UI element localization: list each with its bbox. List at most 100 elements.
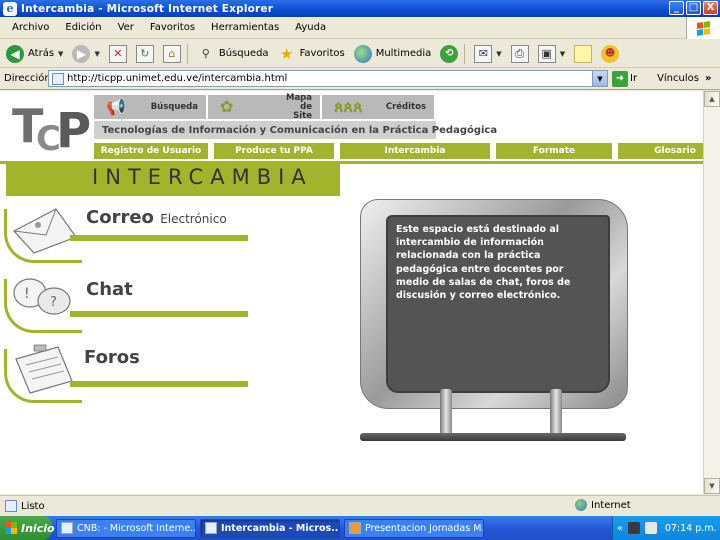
task-presentacion[interactable]: Presentacion Jornadas M... (344, 518, 484, 538)
notes-button[interactable] (571, 42, 595, 66)
scroll-up-icon[interactable]: ▲ (704, 91, 720, 107)
favorites-button[interactable]: ★ Favoritos (275, 42, 348, 66)
status-text: Listo (21, 500, 45, 512)
menu-ayuda[interactable]: Ayuda (291, 22, 330, 33)
chat-heading[interactable]: Chat (86, 279, 133, 300)
windows-flag-icon (5, 522, 17, 534)
tray-expand-icon[interactable]: « (617, 523, 623, 534)
top-nav: 📢 Búsqueda ✿ Mapa de Site ጰጰጰ Créditos (94, 93, 434, 120)
correo-title: Correo (86, 207, 154, 228)
nav-glosario[interactable]: Glosario (618, 143, 703, 159)
svg-text:!: ! (24, 286, 30, 302)
address-dropdown-icon[interactable]: ▼ (592, 71, 607, 86)
section-foros[interactable]: Foros (4, 341, 248, 403)
refresh-icon: ↻ (135, 44, 154, 63)
window-title: Intercambia - Microsoft Internet Explore… (21, 2, 274, 15)
task-intercambia-label: Intercambia - Micros... (221, 522, 340, 534)
monitor-stand-left (440, 389, 452, 435)
maximize-button[interactable]: □ (686, 1, 701, 15)
menu-bar: Archivo Edición Ver Favoritos Herramient… (0, 17, 720, 39)
go-button[interactable]: Ir (630, 73, 637, 84)
close-button[interactable]: X (703, 1, 718, 15)
ie-task-icon (205, 522, 217, 534)
mail-dropdown-icon[interactable]: ▼ (496, 50, 501, 58)
back-arrow-icon: ◀ (6, 44, 24, 63)
mail-button[interactable]: ✉ ▼ (471, 42, 504, 66)
nav-produce-ppa[interactable]: Produce tu PPA (214, 143, 334, 159)
status-page-icon (5, 500, 17, 512)
address-url[interactable]: http://ticpp.unimet.edu.ve/intercambia.h… (67, 73, 287, 84)
envelope-icon (13, 208, 77, 254)
stop-icon: ✕ (108, 44, 127, 63)
page-icon (52, 72, 64, 85)
menu-ver[interactable]: Ver (114, 22, 138, 33)
menu-favoritos[interactable]: Favoritos (146, 22, 199, 33)
tray-shield-icon[interactable] (644, 522, 657, 534)
section-correo[interactable]: Correo Electrónico (4, 201, 248, 263)
history-button[interactable]: ⟲ (437, 42, 461, 66)
messenger-icon: ☻ (601, 44, 620, 63)
nav-formate[interactable]: Formate (496, 143, 612, 159)
forward-dropdown-icon[interactable]: ▼ (94, 50, 99, 58)
menu-archivo[interactable]: Archivo (8, 22, 53, 33)
task-cnb-label: CNB: - Microsoft Interne... (77, 522, 196, 534)
correo-heading[interactable]: Correo Electrónico (86, 207, 227, 228)
forward-button[interactable]: ▶ ▼ (69, 42, 102, 66)
nav-registro-usuario[interactable]: Registro de Usuario (94, 143, 208, 159)
home-icon: ⌂ (162, 44, 181, 63)
nav-creditos-label: Créditos (385, 102, 426, 112)
nav-busqueda[interactable]: 📢 Búsqueda (94, 95, 206, 119)
history-clock-icon: ⟲ (440, 44, 459, 63)
windows-logo-icon (686, 17, 720, 39)
internet-globe-icon (575, 499, 587, 511)
scroll-down-icon[interactable]: ▼ (704, 478, 720, 494)
nav-mapa-site[interactable]: ✿ Mapa de Site (208, 93, 320, 120)
minimize-button[interactable]: _ (669, 1, 684, 15)
back-dropdown-icon[interactable]: ▼ (58, 50, 63, 58)
main-nav: Registro de Usuario Produce tu PPA Inter… (94, 143, 703, 159)
window-controls: _ □ X (669, 1, 718, 15)
nav-intercambia[interactable]: Intercambia (340, 143, 490, 159)
vertical-scrollbar[interactable]: ▲ ▼ (703, 91, 720, 494)
status-bar: Listo Internet (0, 495, 720, 516)
megaphone-icon: 📢 (106, 97, 126, 116)
home-button[interactable]: ⌂ (160, 42, 184, 66)
title-bar: e Intercambia - Microsoft Internet Explo… (0, 0, 720, 17)
ie-task-icon (61, 522, 73, 534)
nav-creditos[interactable]: ጰጰጰ Créditos (322, 95, 434, 119)
chat-bubbles-icon: ! ? (13, 278, 71, 315)
address-input[interactable]: http://ticpp.unimet.edu.ve/intercambia.h… (48, 70, 608, 87)
menu-herramientas[interactable]: Herramientas (207, 22, 283, 33)
toolbar-separator (464, 43, 466, 64)
back-button[interactable]: ◀ Atrás ▼ (3, 42, 66, 66)
edit-dropdown-icon[interactable]: ▼ (560, 50, 565, 58)
monitor-base (360, 433, 626, 441)
people-icon: ጰጰጰ (334, 97, 363, 116)
links-more-icon[interactable]: » (705, 73, 711, 84)
links-button[interactable]: Vínculos (657, 73, 699, 84)
ticpp-logo[interactable]: T C P (12, 99, 91, 161)
stop-button[interactable]: ✕ (106, 42, 130, 66)
toolbar-separator (186, 43, 188, 64)
edit-button[interactable]: ▣ ▼ (535, 42, 568, 66)
task-intercambia[interactable]: Intercambia - Micros... (200, 518, 340, 538)
system-tray: « 07:14 p.m. (612, 516, 720, 540)
task-cnb[interactable]: CNB: - Microsoft Interne... (56, 518, 196, 538)
tray-app-icon[interactable] (627, 522, 640, 534)
menu-edicion[interactable]: Edición (61, 22, 105, 33)
section-chat[interactable]: ! ? Chat (4, 271, 248, 333)
go-arrow-icon[interactable]: ➜ (612, 70, 628, 87)
site-banner: Tecnologías de Información y Comunicació… (94, 121, 497, 139)
page-viewport: T C P 📢 Búsqueda ✿ Mapa de Site ጰጰጰ Créd… (0, 91, 703, 494)
start-button[interactable]: Inicio (0, 516, 55, 540)
multimedia-button[interactable]: Multimedia (351, 42, 435, 66)
section-bar (70, 235, 248, 241)
print-button[interactable]: ⎙ (508, 42, 532, 66)
refresh-button[interactable]: ↻ (133, 42, 157, 66)
search-button[interactable]: ⚲ Búsqueda (194, 42, 272, 66)
task-presentacion-label: Presentacion Jornadas M... (365, 522, 484, 534)
messenger-button[interactable]: ☻ (598, 42, 622, 66)
foros-heading[interactable]: Foros (84, 347, 140, 368)
page-title: INTERCAMBIA (92, 165, 313, 189)
section-bar (70, 311, 248, 317)
